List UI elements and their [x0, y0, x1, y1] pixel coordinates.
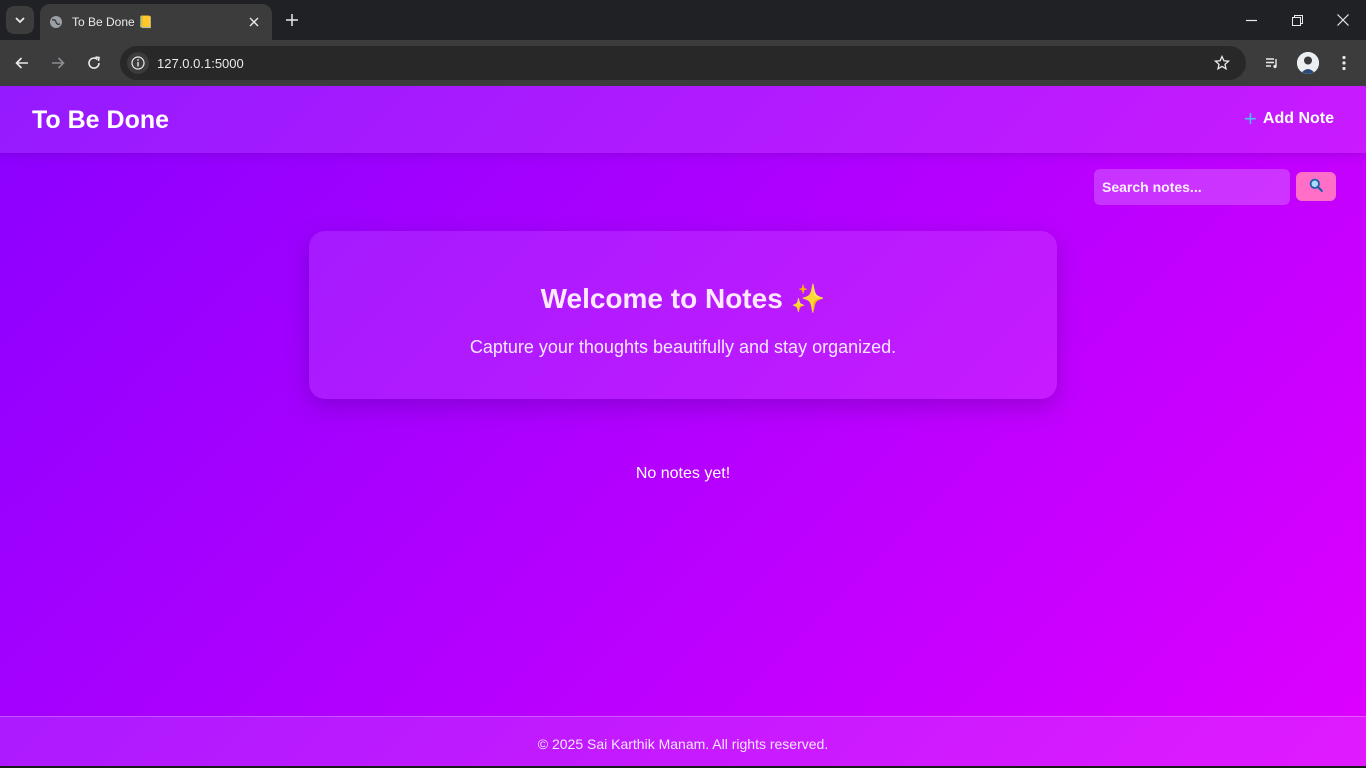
- footer: © 2025 Sai Karthik Manam. All rights res…: [0, 716, 1366, 766]
- back-icon[interactable]: [8, 49, 36, 77]
- notes-page: To Be Done + Add Note Welcome to Notes ✨…: [0, 86, 1366, 766]
- empty-notes-message: No notes yet!: [635, 465, 731, 482]
- plus-icon: +: [1244, 106, 1257, 131]
- search-input[interactable]: [1094, 169, 1290, 205]
- welcome-title: Welcome to Notes ✨: [540, 283, 826, 314]
- browser-tab[interactable]: To Be Done 📒: [40, 4, 272, 40]
- more-icon[interactable]: [1330, 49, 1358, 77]
- tab-search-icon[interactable]: [6, 6, 34, 34]
- browser-tabstrip: To Be Done 📒: [0, 0, 1366, 40]
- welcome-card: Welcome to Notes ✨ Capture your thoughts…: [309, 231, 1057, 399]
- restore-icon[interactable]: [1283, 6, 1311, 34]
- app-header: To Be Done + Add Note: [0, 86, 1366, 153]
- add-note-button[interactable]: + Add Note: [1244, 106, 1334, 131]
- browser-toolbar: 127.0.0.1:5000: [0, 40, 1366, 86]
- address-bar[interactable]: 127.0.0.1:5000: [120, 46, 1246, 80]
- reload-icon[interactable]: [80, 49, 108, 77]
- avatar: [1297, 52, 1319, 74]
- tab-title: To Be Done 📒: [72, 15, 153, 29]
- url-text[interactable]: 127.0.0.1:5000: [157, 56, 1208, 71]
- profile-avatar[interactable]: [1294, 49, 1322, 77]
- media-icon[interactable]: [1258, 49, 1286, 77]
- minimize-icon[interactable]: [1237, 6, 1265, 34]
- footer-copyright: © 2025 Sai Karthik Manam. All rights res…: [537, 736, 829, 752]
- welcome-subtitle: Capture your thoughts beautifully and st…: [469, 337, 897, 357]
- window-close-icon[interactable]: [1329, 6, 1357, 34]
- search-button[interactable]: [1296, 172, 1336, 201]
- brand-title[interactable]: To Be Done: [32, 106, 169, 135]
- globe-icon: [49, 15, 63, 29]
- add-note-label: Add Note: [1262, 110, 1334, 127]
- search-icon: [1309, 178, 1323, 195]
- star-icon[interactable]: [1208, 49, 1236, 77]
- forward-icon[interactable]: [44, 49, 72, 77]
- plus-icon[interactable]: [280, 8, 304, 32]
- close-icon[interactable]: [244, 12, 264, 32]
- info-icon[interactable]: [127, 52, 149, 74]
